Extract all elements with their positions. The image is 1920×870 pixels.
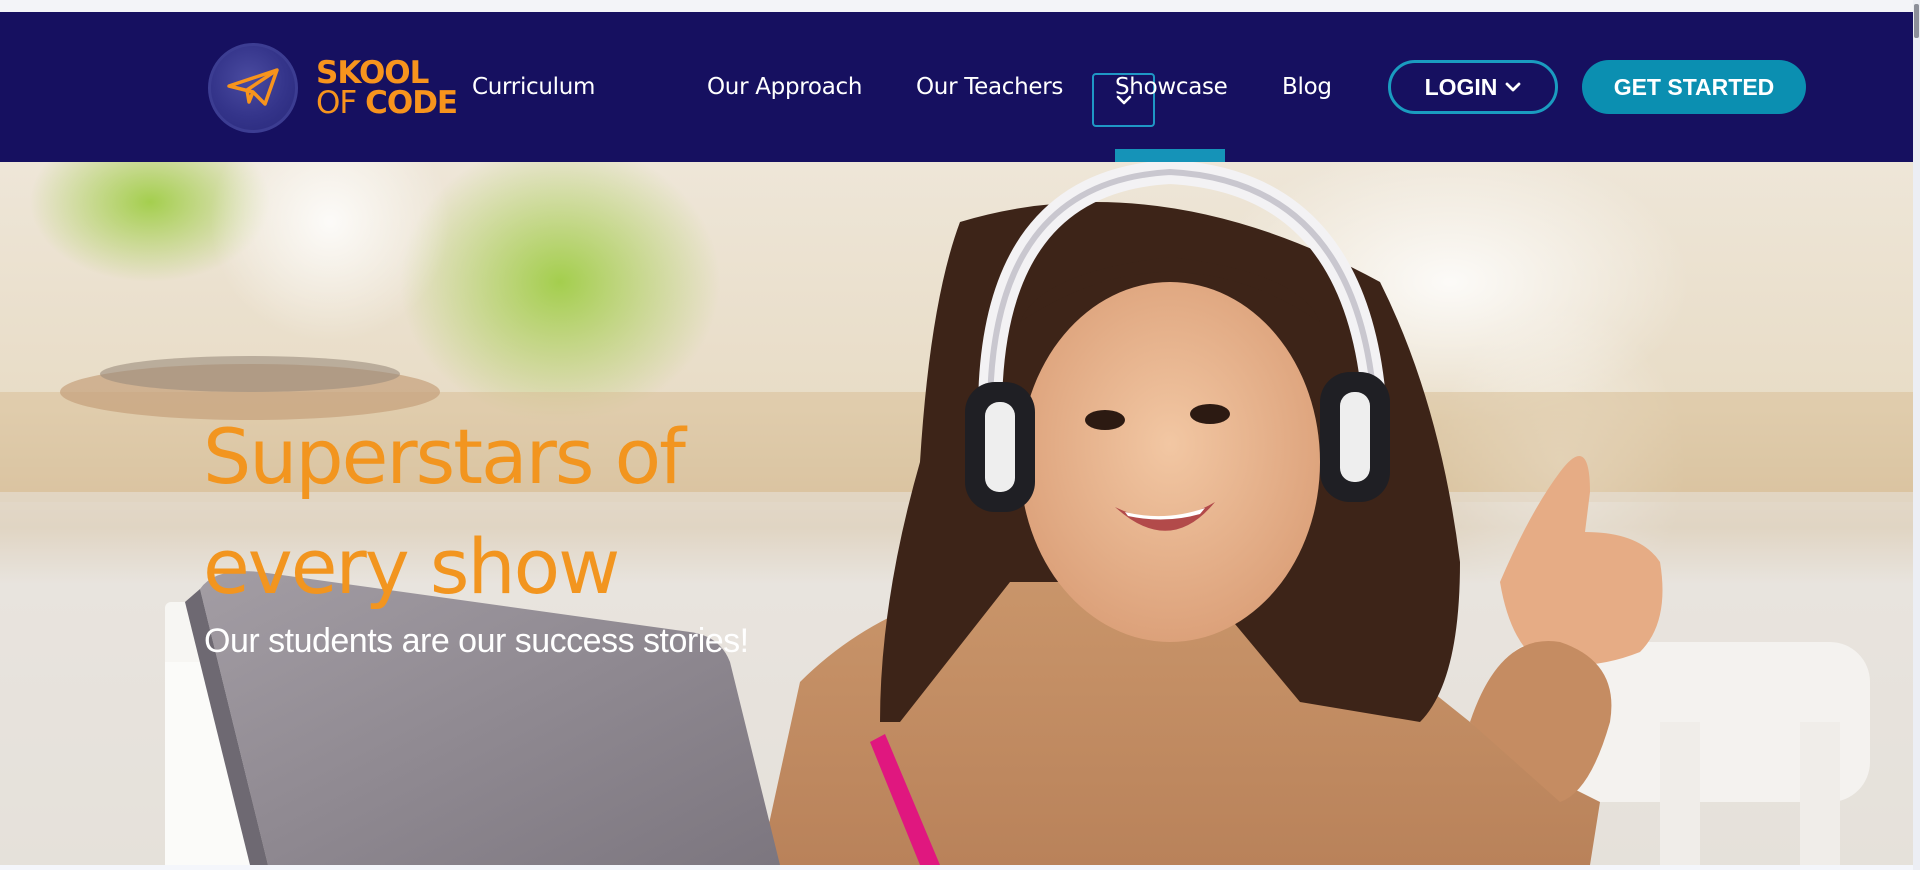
hero-title: Superstars of every show (203, 402, 823, 622)
logo-of: OF (316, 85, 357, 121)
chevron-down-icon (1506, 82, 1521, 92)
scrollbar-thumb[interactable] (1914, 4, 1919, 38)
logo-badge (208, 43, 298, 133)
hero-title-line2: every show (203, 522, 620, 611)
nav-item-curriculum[interactable]: Curriculum (472, 12, 595, 162)
active-nav-indicator (1115, 149, 1225, 162)
nav-item-our-approach[interactable]: Our Approach (707, 12, 862, 162)
hero-subtitle: Our students are our success stories! (204, 622, 749, 660)
scrollbar[interactable] (1913, 0, 1920, 870)
login-label: LOGIN (1424, 73, 1498, 100)
logo-link[interactable]: SKOOL OF CODE (208, 42, 458, 134)
hero-title-line1: Superstars of (203, 412, 686, 501)
logo-wordmark: SKOOL OF CODE (316, 55, 458, 121)
paper-plane-icon (227, 68, 279, 106)
login-button[interactable]: LOGIN (1388, 60, 1558, 114)
logo-line-of-code: OF CODE (316, 85, 458, 121)
logo-code: CODE (365, 85, 458, 121)
main-nav: Curriculum Our Approach Our Teachers Sho… (472, 12, 1372, 162)
logo-line-skool: SKOOL (316, 55, 429, 91)
nav-item-blog[interactable]: Blog (1282, 12, 1332, 162)
hero-section: Superstars of every show Our students ar… (0, 162, 1913, 865)
nav-item-our-teachers[interactable]: Our Teachers (916, 12, 1063, 162)
get-started-button[interactable]: GET STARTED (1582, 60, 1806, 114)
nav-item-showcase[interactable]: Showcase (1115, 12, 1228, 162)
